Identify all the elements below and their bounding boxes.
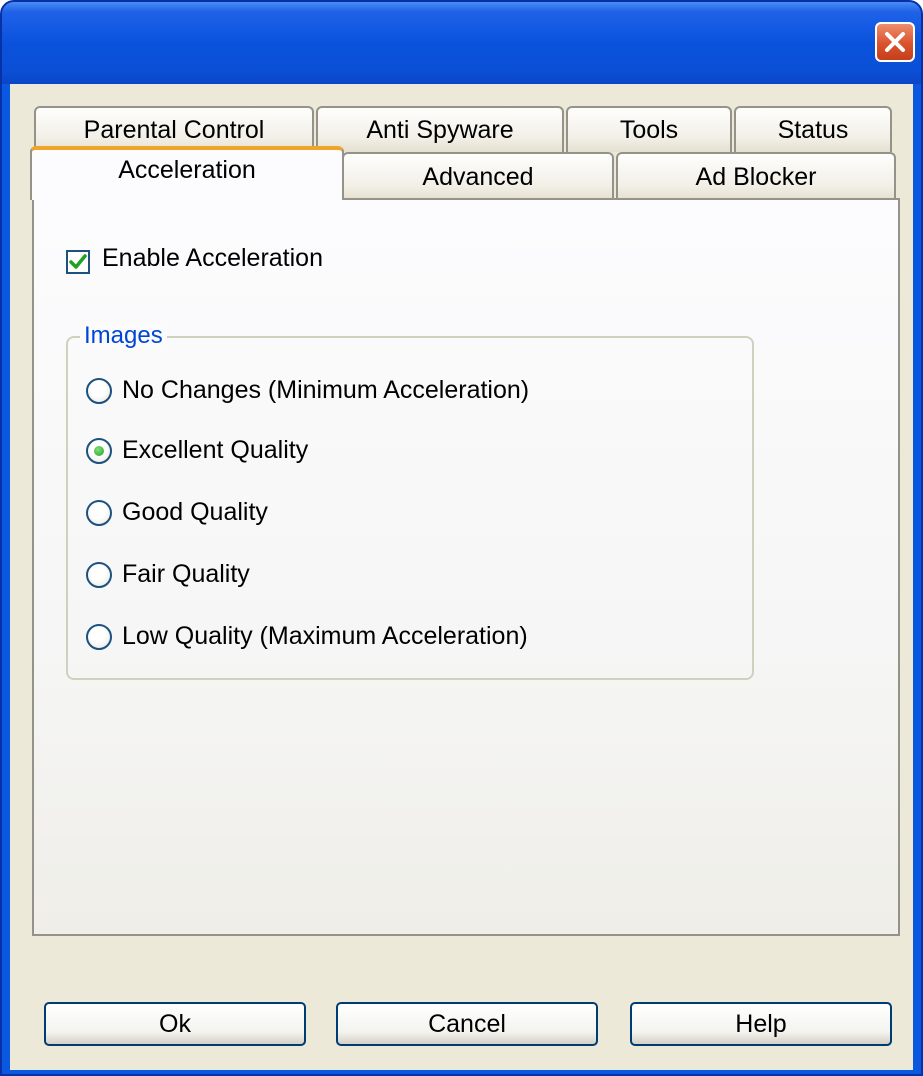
close-button[interactable] xyxy=(875,22,915,62)
ok-button[interactable]: Ok xyxy=(44,1002,306,1046)
radio-good-quality[interactable]: Good Quality xyxy=(86,498,268,527)
radio-label: Fair Quality xyxy=(122,560,250,588)
close-icon xyxy=(885,32,905,52)
images-groupbox: Images No Changes (Minimum Acceleration)… xyxy=(66,322,754,680)
title-bar[interactable] xyxy=(2,2,921,84)
radio-button[interactable] xyxy=(86,377,112,404)
images-group-title: Images xyxy=(80,322,167,350)
radio-label: No Changes (Minimum Acceleration) xyxy=(122,376,530,404)
tab-label: Advanced xyxy=(422,162,534,191)
enable-acceleration-label[interactable]: Enable Acceleration xyxy=(102,244,323,273)
radio-selected-dot xyxy=(94,445,104,456)
tab-label: Ad Blocker xyxy=(695,162,817,191)
tab-label: Anti Spyware xyxy=(366,115,514,144)
checkmark-icon xyxy=(69,254,87,269)
tab-label: Parental Control xyxy=(83,115,265,144)
radio-button[interactable] xyxy=(86,561,112,588)
radio-label: Excellent Quality xyxy=(122,436,309,464)
dialog-window: Parental Control Anti Spyware Tools Stat… xyxy=(0,0,923,1076)
enable-acceleration-checkbox[interactable] xyxy=(66,250,90,274)
tab-label: Status xyxy=(777,115,849,144)
tab-status[interactable]: Status xyxy=(734,106,892,152)
radio-button-selected[interactable] xyxy=(86,437,112,464)
tab-advanced[interactable]: Advanced xyxy=(342,152,614,200)
radio-excellent-quality[interactable]: Excellent Quality xyxy=(86,436,308,465)
radio-button[interactable] xyxy=(86,499,112,526)
radio-label: Low Quality (Maximum Acceleration) xyxy=(122,622,528,650)
tab-anti-spyware[interactable]: Anti Spyware xyxy=(316,106,564,152)
dialog-client-area: Parental Control Anti Spyware Tools Stat… xyxy=(10,84,913,1070)
radio-button[interactable] xyxy=(86,623,112,650)
radio-no-changes[interactable]: No Changes (Minimum Acceleration) xyxy=(86,376,529,405)
radio-label: Good Quality xyxy=(122,498,268,526)
tab-ad-blocker[interactable]: Ad Blocker xyxy=(616,152,896,200)
tab-label: Acceleration xyxy=(118,156,256,184)
tab-label: Tools xyxy=(619,115,679,144)
tab-acceleration[interactable]: Acceleration xyxy=(30,146,344,200)
acceleration-panel: Enable Acceleration Images No Changes (M… xyxy=(32,198,900,936)
tab-tools[interactable]: Tools xyxy=(566,106,732,152)
radio-fair-quality[interactable]: Fair Quality xyxy=(86,560,250,589)
radio-low-quality[interactable]: Low Quality (Maximum Acceleration) xyxy=(86,622,528,651)
cancel-button[interactable]: Cancel xyxy=(336,1002,598,1046)
help-button[interactable]: Help xyxy=(630,1002,892,1046)
